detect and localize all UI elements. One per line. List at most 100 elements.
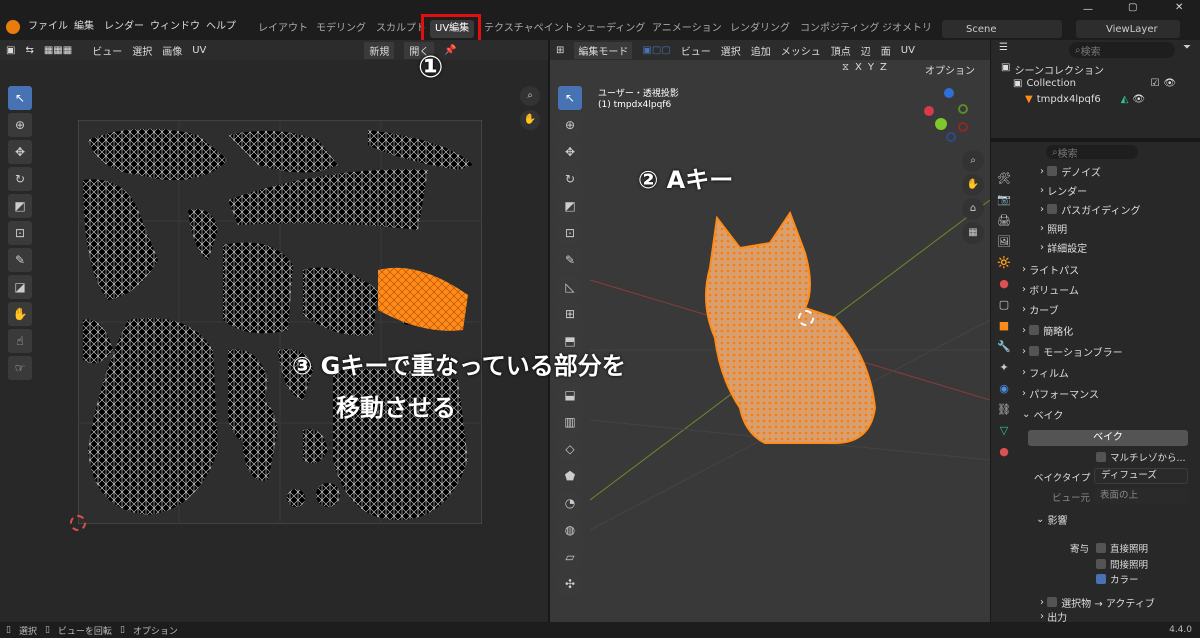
collection-visibility-icon[interactable]: 👁 [1163, 78, 1176, 89]
scene-selector[interactable]: Scene [942, 20, 1062, 38]
collection-checkbox[interactable]: ☑ [1150, 78, 1159, 89]
scene-tab-icon[interactable]: 🔆 [997, 256, 1011, 269]
relax-tool-icon[interactable]: ☝ [8, 329, 32, 353]
minimize-icon[interactable]: — [1083, 4, 1093, 15]
panel-performance[interactable]: › パフォーマンス [1022, 384, 1192, 402]
physics-tab-icon[interactable]: ◉ [999, 382, 1009, 395]
collection-tab-icon[interactable]: ▢ [999, 298, 1009, 311]
color-checkbox[interactable]: カラー [1096, 572, 1139, 586]
multires-checkbox[interactable]: マルチレゾから... [1096, 450, 1186, 464]
vp-rotate-tool-icon[interactable]: ↻ [558, 167, 582, 191]
3d-cursor[interactable] [798, 310, 814, 326]
outliner-search[interactable]: ⌕ 検索 [1069, 42, 1175, 58]
editor-type-icon[interactable]: ▣ [6, 45, 15, 56]
uv-menu-uv[interactable]: UV [192, 45, 206, 56]
uv-2d-cursor[interactable] [70, 515, 86, 531]
sub-advanced[interactable]: › 詳細設定 [1040, 238, 1200, 256]
vp-bevel-tool-icon[interactable]: ⬓ [558, 383, 582, 407]
object-tab-icon[interactable]: ■ [999, 319, 1009, 332]
transform-tool-icon[interactable]: ⊡ [8, 221, 32, 245]
panel-motion-blur[interactable]: › モーションブラー [1022, 342, 1192, 360]
viewport-editor-icon[interactable]: ⊞ [556, 45, 564, 56]
vp-menu-vertex[interactable]: 頂点 [831, 43, 851, 58]
grab-tool-icon[interactable]: ✋ [8, 302, 32, 326]
vp-menu-uv[interactable]: UV [901, 45, 915, 56]
select-tool-icon[interactable]: ↖ [8, 86, 32, 110]
cat-mesh[interactable] [695, 208, 885, 448]
zoom-icon[interactable]: ⌕ [520, 86, 540, 106]
outliner-editor-icon[interactable]: ☰ [999, 42, 1008, 53]
gizmo-z-icon[interactable] [944, 88, 954, 98]
tab-texture-paint[interactable]: テクスチャペイント [484, 20, 574, 38]
vp-zoom-icon[interactable]: ⌕ [962, 150, 984, 172]
cursor-tool-icon[interactable]: ⊕ [8, 113, 32, 137]
pin-icon[interactable]: 📌 [444, 45, 456, 56]
tab-animation[interactable]: アニメーション [652, 20, 722, 38]
vertex-mode-icon[interactable]: ▣▢▢ [642, 45, 670, 56]
new-image-button[interactable]: 新規 [364, 41, 395, 59]
indirect-checkbox[interactable]: 間接照明 [1096, 557, 1148, 571]
panel-curves[interactable]: › カーブ [1022, 300, 1192, 318]
vp-scale-tool-icon[interactable]: ◩ [558, 194, 582, 218]
panel-film[interactable]: › フィルム [1022, 363, 1192, 381]
scale-tool-icon[interactable]: ◩ [8, 194, 32, 218]
view-layer-tab-icon[interactable]: 🖼 [997, 235, 1011, 248]
options-dropdown[interactable]: オプション [925, 62, 975, 77]
uv-map[interactable] [78, 120, 482, 524]
bake-type-dropdown[interactable]: ディフューズ [1094, 468, 1188, 484]
vp-move-tool-icon[interactable]: ✥ [558, 140, 582, 164]
vp-rip-tool-icon[interactable]: ✣ [558, 572, 582, 596]
vp-add-cube-tool-icon[interactable]: ⊞ [558, 302, 582, 326]
panel-light-paths[interactable]: › ライトパス [1022, 260, 1192, 278]
menu-help[interactable]: ヘルプ [206, 17, 236, 37]
vp-transform-tool-icon[interactable]: ⊡ [558, 221, 582, 245]
material-tab-icon[interactable]: ● [999, 445, 1009, 458]
sub-path-guiding[interactable]: › パスガイディング [1040, 200, 1200, 218]
menu-edit[interactable]: 編集 [74, 17, 94, 37]
pinch-tool-icon[interactable]: ☞ [8, 356, 32, 380]
tab-modeling[interactable]: モデリング [316, 20, 366, 38]
vp-menu-face[interactable]: 面 [881, 43, 891, 58]
vp-pan-icon[interactable]: ✋ [962, 174, 984, 196]
pan-icon[interactable]: ✋ [520, 110, 540, 130]
world-tab-icon[interactable]: ● [999, 277, 1009, 290]
vp-smooth-tool-icon[interactable]: ◍ [558, 518, 582, 542]
vp-polybuild-tool-icon[interactable]: ⬟ [558, 464, 582, 488]
vp-loopcut-tool-icon[interactable]: ▥ [558, 410, 582, 434]
properties-search[interactable]: ⌕ 検索 [1046, 145, 1138, 160]
annotate-tool-icon[interactable]: ✎ [8, 248, 32, 272]
vp-cursor-tool-icon[interactable]: ⊕ [558, 113, 582, 137]
vp-annotate-tool-icon[interactable]: ✎ [558, 248, 582, 272]
panel-bake[interactable]: ⌄ ベイク [1022, 405, 1192, 423]
vp-knife-tool-icon[interactable]: ◇ [558, 437, 582, 461]
modifier-tab-icon[interactable]: 🔧 [997, 340, 1011, 353]
vp-menu-edge[interactable]: 辺 [861, 43, 871, 58]
blender-logo-icon[interactable] [6, 20, 20, 34]
sync-selection-icon[interactable]: ⇆ [25, 45, 33, 56]
tab-sculpt[interactable]: スカルプト [376, 20, 426, 38]
close-icon[interactable]: ✕ [1175, 2, 1183, 13]
tab-layout[interactable]: レイアウト [258, 20, 308, 38]
tab-compositing[interactable]: コンポジティング [800, 20, 879, 38]
outliner-collection[interactable]: ▣ Collection ☑ 👁 [1013, 78, 1193, 89]
menu-render[interactable]: レンダー [104, 17, 144, 37]
tool-tab-icon[interactable]: 🛠 [997, 172, 1011, 185]
output-tab-icon[interactable]: 🖨 [997, 214, 1011, 227]
gizmo-x-icon[interactable] [924, 106, 934, 116]
sub-output[interactable]: › 出力 [1040, 610, 1200, 623]
gizmo-y-icon[interactable] [935, 118, 947, 130]
move-tool-icon[interactable]: ✥ [8, 140, 32, 164]
vp-menu-select[interactable]: 選択 [721, 43, 741, 58]
rotate-tool-icon[interactable]: ↻ [8, 167, 32, 191]
render-tab-icon[interactable]: 📷 [997, 193, 1011, 206]
camera-view-icon[interactable]: ⌂ [962, 198, 984, 220]
direct-checkbox[interactable]: 直接照明 [1096, 541, 1148, 555]
axis-x-toggle[interactable]: X [855, 62, 862, 73]
viewlayer-selector[interactable]: ViewLayer [1076, 20, 1180, 38]
maximize-icon[interactable]: ▢ [1128, 2, 1137, 13]
vp-shear-tool-icon[interactable]: ▱ [558, 545, 582, 569]
sub-render[interactable]: › レンダー [1040, 181, 1200, 199]
vp-menu-add[interactable]: 追加 [751, 43, 771, 58]
uv-menu-image[interactable]: 画像 [162, 43, 182, 58]
sub-selected-to-active[interactable]: › 選択物 → アクティブ [1040, 593, 1200, 611]
